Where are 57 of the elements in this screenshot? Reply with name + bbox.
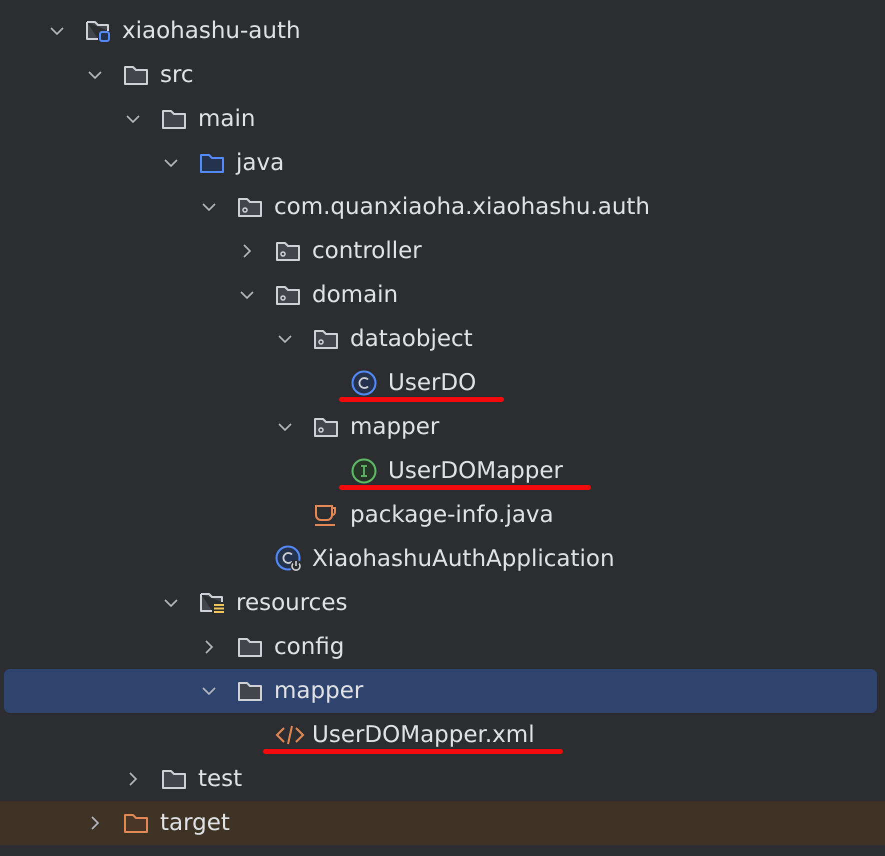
tree-item[interactable]: dataobject (4, 317, 877, 361)
cup-icon (313, 502, 339, 528)
item-label: java (236, 150, 284, 176)
class-icon (351, 370, 377, 396)
module-folder-icon (85, 19, 111, 43)
tree-item[interactable]: UserDO (4, 361, 877, 405)
tree-item[interactable]: src (4, 53, 877, 97)
folder-icon (199, 152, 225, 174)
tree-item[interactable]: main (4, 97, 877, 141)
package-icon (275, 284, 301, 306)
item-label: main (198, 106, 256, 132)
folder-icon (161, 108, 187, 130)
item-label: resources (236, 590, 348, 616)
folder-icon (123, 812, 149, 834)
item-label: com.quanxiaoha.xiaohashu.auth (274, 194, 650, 220)
item-label: UserDO (388, 370, 476, 396)
item-label: UserDOMapper.xml (312, 722, 535, 748)
tree-item[interactable]: resources (4, 581, 877, 625)
tree-item[interactable]: package-info.java (4, 493, 877, 537)
folder-icon (237, 636, 263, 658)
item-label: mapper (274, 678, 364, 704)
tree-item[interactable]: XiaohashuAuthApplication (4, 537, 877, 581)
package-icon (275, 240, 301, 262)
tree-item[interactable]: mapper (4, 669, 877, 713)
tree-item[interactable]: test (4, 757, 877, 801)
folder-icon (161, 768, 187, 790)
item-label: domain (312, 282, 398, 308)
item-label: target (160, 810, 230, 836)
folder-icon (123, 64, 149, 86)
item-label: dataobject (350, 326, 473, 352)
item-label: xiaohashu-auth (122, 18, 301, 44)
tree-item[interactable]: domain (4, 273, 877, 317)
tree-item[interactable]: controller (4, 229, 877, 273)
tree-item[interactable]: UserDOMapper.xml (4, 713, 877, 757)
package-icon (237, 196, 263, 218)
item-label: test (198, 766, 242, 792)
item-label: controller (312, 238, 422, 264)
item-label: mapper (350, 414, 440, 440)
tree-item[interactable]: UserDOMapper (4, 449, 877, 493)
resources-folder-icon (199, 591, 225, 615)
tree-item[interactable]: com.quanxiaoha.xiaohashu.auth (4, 185, 877, 229)
item-label: UserDOMapper (388, 458, 563, 484)
code-tag-icon (275, 723, 305, 747)
app-class-icon (275, 545, 303, 573)
item-label: src (160, 62, 194, 88)
tree-item[interactable]: xiaohashu-auth (4, 9, 877, 53)
package-icon (313, 416, 339, 438)
item-label: package-info.java (350, 502, 554, 528)
item-label: XiaohashuAuthApplication (312, 546, 615, 572)
tree-item[interactable]: mapper (4, 405, 877, 449)
package-icon (313, 328, 339, 350)
tree-item[interactable]: target (0, 801, 885, 845)
item-label: config (274, 634, 344, 660)
tree-item[interactable]: java (4, 141, 877, 185)
tree-item[interactable]: config (4, 625, 877, 669)
interface-icon (351, 458, 377, 484)
folder-icon (237, 680, 263, 702)
